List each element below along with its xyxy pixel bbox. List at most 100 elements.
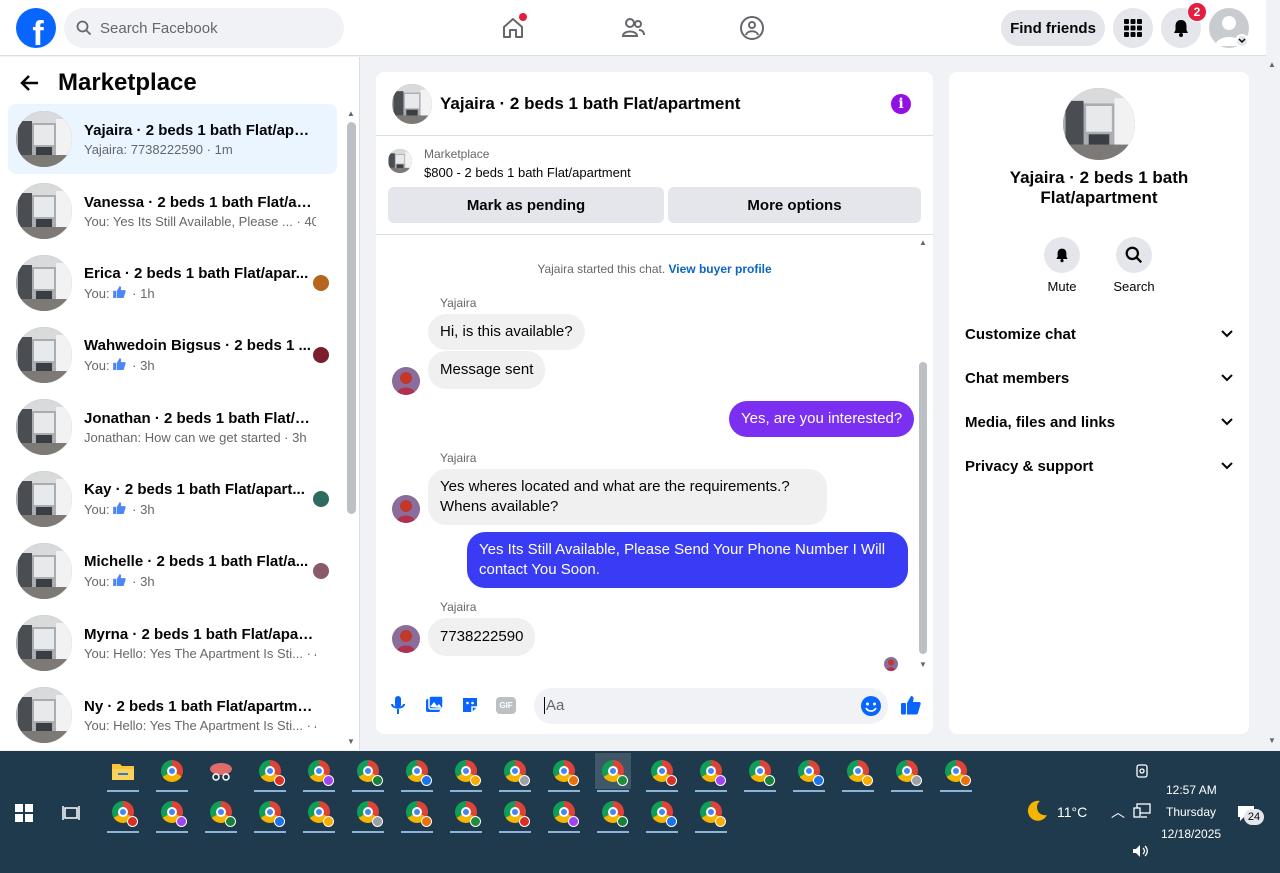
chrome-profile-icon[interactable] [105,794,141,833]
sender-avatar[interactable] [392,625,420,653]
meet-now-icon[interactable] [1124,753,1160,789]
chat-info-row[interactable]: Customize chat [965,322,1233,346]
message-bubble-incoming[interactable]: Hi, is this available? [428,314,585,350]
chat-info-row[interactable]: Media, files and links [965,410,1233,434]
message-input[interactable] [544,697,844,714]
chrome-profile-icon[interactable] [350,753,386,792]
groups-icon[interactable] [736,12,768,44]
message-bubble-outgoing[interactable]: Yes, are you interested? [729,401,915,437]
chrome-profile-icon[interactable] [252,794,288,833]
file-explorer-icon[interactable] [105,753,141,792]
chrome-profile-icon[interactable] [693,794,729,833]
clock-day[interactable]: Thursday [1166,805,1216,819]
search-box[interactable] [64,8,344,48]
account-chevron-icon[interactable] [1235,34,1249,48]
friends-icon[interactable] [617,12,649,44]
clock-date[interactable]: 12/18/2025 [1161,827,1221,841]
chrome-profile-icon[interactable] [350,794,386,833]
chrome-profile-icon[interactable] [595,794,631,833]
chrome-profile-icon[interactable] [840,753,876,792]
weather-moon-icon[interactable] [1019,793,1055,829]
page-scroll-up-icon[interactable]: ▲ [1268,60,1276,69]
action-center-icon[interactable]: 24 [1228,795,1264,831]
chrome-profile-icon[interactable] [644,753,680,792]
notifications-button[interactable]: 2 [1161,2,1207,48]
gif-icon[interactable]: GIF [495,694,517,716]
chrome-profile-icon[interactable] [301,794,337,833]
conversation-item[interactable]: Jonathan · 2 beds 1 bath Flat/ap... Jonat… [8,392,337,462]
conversation-item[interactable]: Myrna · 2 beds 1 bath Flat/apart... You: … [8,608,337,678]
chat-avatar[interactable] [392,83,432,124]
conversation-item[interactable]: Michelle · 2 beds 1 bath Flat/a... You: ·… [8,536,337,606]
message-bubble-outgoing[interactable]: Yes Its Still Available, Please Send You… [467,532,908,588]
chrome-profile-icon[interactable] [742,753,778,792]
clock-time[interactable]: 12:57 AM [1166,783,1217,797]
message-input-box[interactable] [534,688,888,724]
chrome-profile-icon[interactable] [448,753,484,792]
microphone-icon[interactable] [387,694,409,716]
windows-start-icon[interactable] [6,795,42,831]
chrome-profile-icon[interactable] [546,753,582,792]
scroll-down-arrow-icon[interactable]: ▼ [347,737,355,746]
photo-icon[interactable] [423,694,445,716]
search-input[interactable] [100,19,320,37]
chat-title[interactable]: Yajaira · 2 beds 1 bath Flat/apartment [440,94,740,114]
mark-as-pending-button[interactable]: Mark as pending [388,187,664,223]
chrome-profile-icon[interactable] [693,753,729,792]
chrome-profile-icon[interactable] [399,794,435,833]
scroll-up-arrow-icon[interactable]: ▲ [347,109,355,118]
snipping-tool-icon[interactable] [203,753,239,789]
chrome-profile-icon[interactable] [252,753,288,792]
chrome-profile-icon[interactable] [546,794,582,833]
chrome-profile-icon[interactable] [399,753,435,792]
message-bubble-incoming[interactable]: Message sent [428,351,546,389]
message-bubble-incoming[interactable]: Yes wheres located and what are the requ… [428,469,827,525]
chat-info-row[interactable]: Chat members [965,366,1233,390]
network-icon[interactable] [1124,793,1160,829]
conversation-item[interactable]: Vanessa · 2 beds 1 bath Flat/apa... You: … [8,176,337,246]
chrome-profile-icon[interactable] [301,753,337,792]
chrome-profile-icon[interactable] [448,794,484,833]
find-friends-button[interactable]: Find friends [1001,10,1105,46]
view-buyer-profile-link[interactable]: View buyer profile [669,262,772,276]
conversation-item[interactable]: Yajaira · 2 beds 1 bath Flat/apart... Yaj… [8,104,337,174]
home-icon[interactable] [497,12,529,44]
volume-icon[interactable] [1123,833,1159,869]
chrome-profile-icon[interactable] [791,753,827,792]
chrome-profile-icon[interactable] [154,794,190,833]
message-bubble-incoming[interactable]: 7738222590 [428,618,536,656]
conversation-item[interactable]: Erica · 2 beds 1 bath Flat/apar... You: ·… [8,248,337,318]
search-conversation-button[interactable]: Search [1098,237,1170,294]
weather-temp[interactable]: 11°C [1057,804,1087,820]
chat-info-avatar[interactable] [1063,88,1135,160]
more-options-button[interactable]: More options [668,187,921,223]
sender-avatar[interactable] [392,367,420,395]
chrome-profile-icon[interactable] [497,794,533,833]
menu-grid-button[interactable] [1113,8,1153,48]
thread-scroll-up-icon[interactable]: ▲ [919,238,927,247]
mute-button[interactable]: Mute [1026,237,1098,294]
conversation-item[interactable]: Kay · 2 beds 1 bath Flat/apart... You: · … [8,464,337,534]
like-thumb-icon[interactable] [899,693,923,717]
sender-avatar[interactable] [392,495,420,523]
conversation-item[interactable]: Ny · 2 beds 1 bath Flat/apartment You: He… [8,680,337,750]
tray-chevron-icon[interactable]: ︿ [1111,802,1125,822]
page-scroll-down-icon[interactable]: ▼ [1268,736,1276,745]
listing-thumbnail[interactable] [388,149,412,173]
back-arrow-icon[interactable] [20,73,40,93]
chrome-profile-icon[interactable] [938,753,974,792]
listing-price[interactable]: $800 - 2 beds 1 bath Flat/apartment [424,165,631,180]
emoji-icon[interactable] [860,695,882,722]
chrome-profile-icon[interactable] [644,794,680,833]
conversation-scrollbar[interactable] [347,122,356,514]
thread-scrollbar[interactable] [919,362,927,654]
info-icon[interactable]: i [891,94,911,114]
thread-scroll-down-icon[interactable]: ▼ [919,660,927,669]
chrome-profile-icon[interactable] [497,753,533,792]
chrome-profile-icon[interactable] [154,753,190,792]
chat-info-row[interactable]: Privacy & support [965,454,1233,478]
chrome-profile-icon[interactable] [595,753,631,792]
chrome-profile-icon[interactable] [889,753,925,792]
conversation-item[interactable]: Wahwedoin Bigsus · 2 beds 1 ... You: · 3h [8,320,337,390]
task-view-icon[interactable] [53,795,89,831]
